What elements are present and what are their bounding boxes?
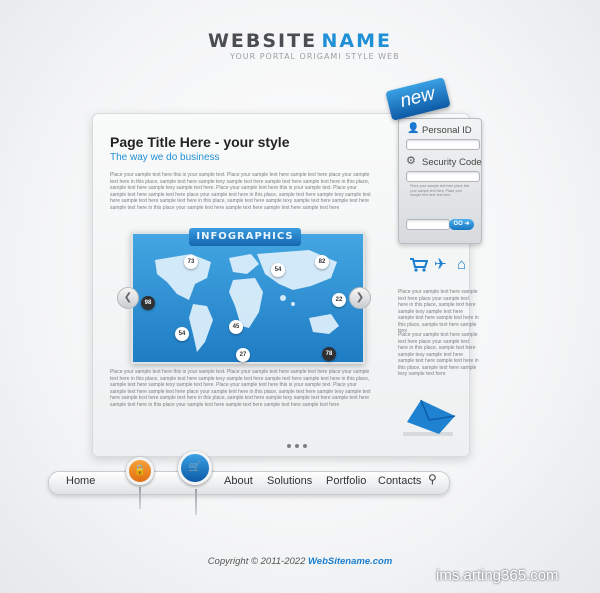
side-text-2: Place your sample text here sample text … — [398, 332, 479, 377]
site-logo[interactable]: Website Name — [0, 30, 600, 52]
cart-icon[interactable] — [410, 258, 429, 276]
logo-word-website: Website — [207, 30, 318, 52]
nav-item-home[interactable]: Home — [66, 475, 95, 487]
personal-id-label: Personal ID — [422, 125, 472, 136]
map-value-bubble: 54 — [271, 263, 285, 277]
login-extra-input[interactable] — [406, 219, 450, 230]
home-icon[interactable]: ⌂ — [457, 256, 466, 273]
envelope-icon[interactable] — [399, 398, 459, 438]
security-code-label: Security Code — [422, 157, 482, 168]
world-map-icon — [155, 250, 339, 352]
footer-brand-link[interactable]: WebSitename.com — [308, 556, 392, 567]
map-value-bubble: 82 — [315, 255, 329, 269]
lock-pin-icon[interactable]: 🔒 — [126, 457, 154, 485]
watermark-text: ims.arting365.com — [436, 567, 559, 584]
pagination-dot[interactable] — [295, 444, 299, 448]
nav-item-about[interactable]: About — [224, 475, 253, 487]
page-title: Page Title Here - your style — [110, 134, 290, 150]
side-text-1: Place your sample text here sample text … — [398, 289, 479, 334]
login-note: Place your sample text here place this y… — [410, 184, 470, 197]
logo-word-name: Name — [321, 30, 393, 52]
personal-id-input[interactable] — [406, 139, 480, 150]
body-paragraph: Place your sample text here this is your… — [110, 369, 371, 408]
map-value-bubble: 45 — [229, 320, 243, 334]
nav-item-portfolio[interactable]: Portfolio — [326, 475, 366, 487]
map-value-bubble: 73 — [184, 255, 198, 269]
nav-item-solutions[interactable]: Solutions — [267, 475, 312, 487]
pagination-dot[interactable] — [287, 444, 291, 448]
site-tagline: Your portal origami style web — [230, 52, 400, 61]
infographics-banner: Infographics — [189, 228, 301, 246]
user-icon: 👤 — [407, 123, 420, 134]
pin-needle — [195, 489, 197, 515]
cart-pin-icon[interactable]: 🛒 — [178, 451, 212, 485]
copyright-line: Copyright © 2011-2022 WebSitename.com — [0, 556, 600, 567]
map-value-bubble: 98 — [141, 296, 155, 310]
nav-item-contacts[interactable]: Contacts — [378, 475, 421, 487]
map-value-bubble: 27 — [236, 348, 250, 362]
chevron-right-icon: ❯ — [355, 292, 365, 303]
map-value-bubble: 22 — [332, 293, 346, 307]
chevron-left-icon: ❮ — [123, 292, 133, 303]
page-subtitle: The way we do business — [110, 152, 220, 163]
map-value-bubble: 54 — [175, 327, 189, 341]
go-button[interactable]: GO ➜ — [449, 219, 474, 230]
pin-needle — [139, 487, 141, 509]
security-code-input[interactable] — [406, 171, 480, 182]
slider-next-button[interactable]: ❯ — [349, 287, 371, 309]
intro-paragraph: Place your sample text here this is your… — [110, 172, 371, 211]
map-value-bubble: 78 — [322, 347, 336, 361]
copyright-text: Copyright © 2011-2022 — [207, 556, 306, 567]
gear-icon: ⚙ — [406, 155, 416, 167]
pagination-dot[interactable] — [303, 444, 307, 448]
world-map-infographic — [131, 232, 365, 364]
plane-icon[interactable]: ✈ — [434, 255, 447, 273]
search-icon[interactable]: ⚲ — [428, 472, 437, 486]
slider-prev-button[interactable]: ❮ — [117, 287, 139, 309]
